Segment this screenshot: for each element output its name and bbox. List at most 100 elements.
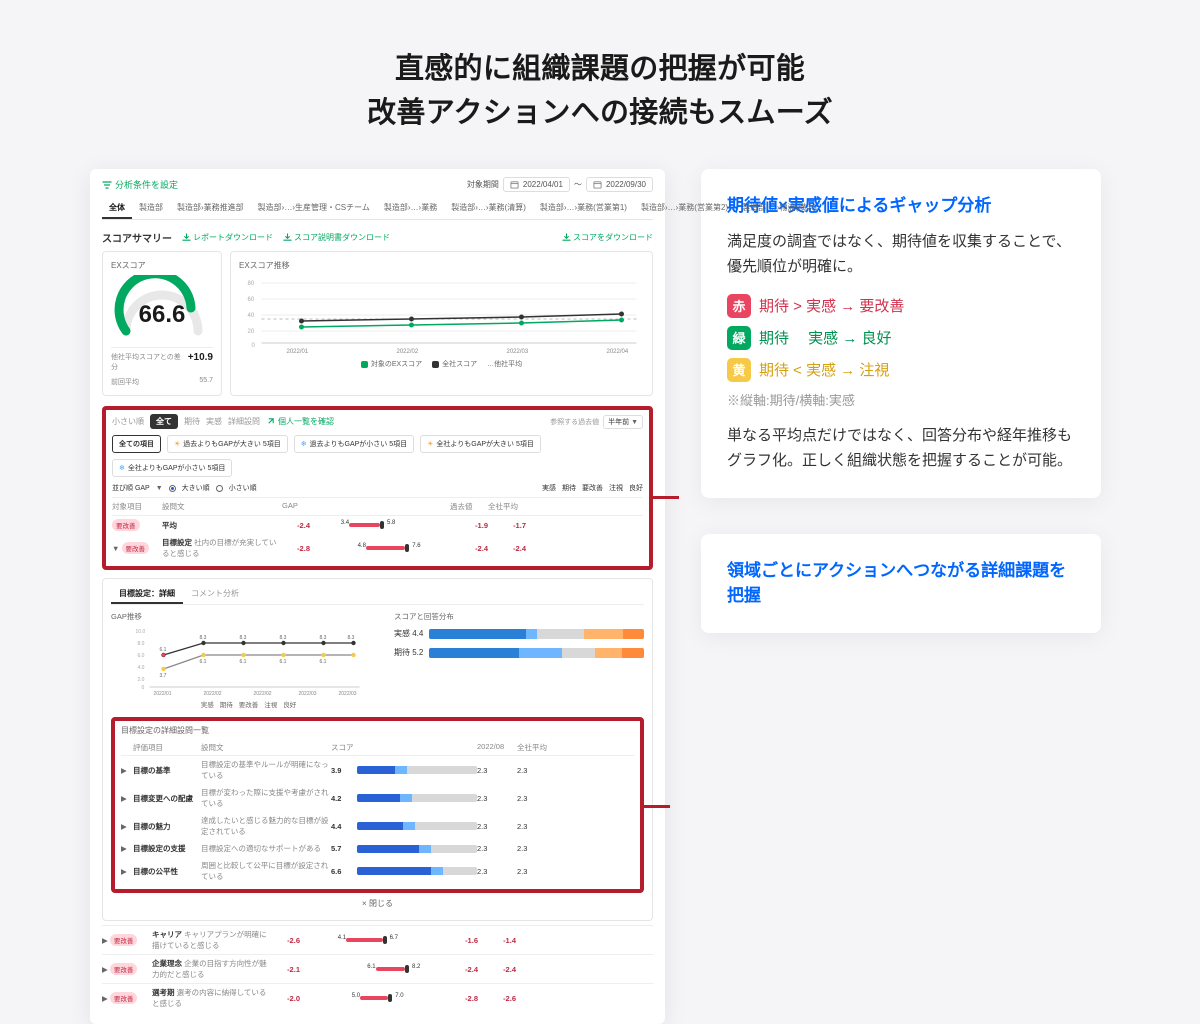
svg-text:80: 80 (248, 281, 255, 287)
dashboard-app: 分析条件を設定 対象期間 2022/04/01 〜 2022/09/30 (90, 169, 665, 1024)
svg-text:8.3: 8.3 (348, 635, 355, 641)
svg-text:10.0: 10.0 (136, 629, 146, 635)
svg-text:8.3: 8.3 (240, 635, 247, 641)
filter-settings-link[interactable]: 分析条件を設定 (102, 178, 178, 191)
svg-text:6.1: 6.1 (160, 647, 167, 653)
svg-text:8.3: 8.3 (320, 635, 327, 641)
info-card-action: 領域ごとにアクションへつながる詳細課題を把握 (701, 534, 1101, 633)
chevron-right-icon: ▶ (102, 994, 108, 1003)
calendar-icon (593, 180, 602, 189)
filter-exp[interactable]: 期待 (184, 416, 200, 427)
filter-real[interactable]: 実感 (206, 416, 222, 427)
svg-text:2022/02: 2022/02 (397, 349, 419, 355)
gap-row[interactable]: ▶ 要改善選考期 選考の内容に納得していると感じる-2.05.07.0-2.8-… (102, 983, 653, 1012)
svg-text:2022/01: 2022/01 (154, 691, 172, 697)
past-select[interactable]: 半年前 ▼ (603, 415, 643, 429)
info1-text2: 単なる平均点だけではなく、回答分布や経年推移もグラフ化。正しく組織状態を把握する… (727, 423, 1075, 474)
gap-row-goal[interactable]: ▼ 要改善 目標設定 社内の目標が充実していると感じる -2.8 4.87.6 … (112, 534, 643, 562)
chip-past-small[interactable]: ❄過去よりもGAPが小さい 5項目 (294, 435, 414, 453)
gauge-chart: 66.6 (112, 275, 212, 343)
gap-analysis-panel: 小さい順 全て 期待 実感 詳細設問 個人一覧を確認 参照する過去値 半年前 ▼ (102, 406, 653, 570)
individual-list-link[interactable]: 個人一覧を確認 (266, 416, 334, 427)
legend-yellow-badge: 黄 (727, 358, 751, 382)
download-icon (562, 233, 571, 242)
svg-text:2022/03: 2022/03 (339, 691, 357, 697)
gap-row[interactable]: ▶ 要改善キャリア キャリアプランが明確に描けていると感じる-2.64.16.7… (102, 925, 653, 954)
svg-text:2.0: 2.0 (138, 677, 145, 683)
download-report-link[interactable]: レポートダウンロード (182, 232, 273, 243)
filter-all[interactable]: 全て (150, 414, 178, 429)
filter-icon (102, 180, 112, 190)
svg-text:8.3: 8.3 (200, 635, 207, 641)
chip-all-small[interactable]: ❄全社よりもGAPが小さい 5項目 (112, 459, 232, 477)
radio-large[interactable] (169, 485, 176, 492)
date-from-input[interactable]: 2022/04/01 (503, 177, 570, 192)
chevron-right-icon: ▶ (121, 794, 133, 803)
tab[interactable]: 製造部›…›物流(横浜) (735, 198, 824, 219)
svg-text:2022/04: 2022/04 (607, 349, 629, 355)
tab[interactable]: 製造部›業務推進部 (170, 198, 251, 219)
download-desc-link[interactable]: スコア説明書ダウンロード (283, 232, 390, 243)
chevron-down-icon: ▼ (156, 485, 163, 492)
gap-table: 対象項目設問文GAP過去値全社平均 要改善 平均 -2.4 3.45.8 -1.… (112, 497, 643, 562)
tab[interactable]: 製造部›…›業務 (377, 198, 444, 219)
snow-icon: ❄ (301, 440, 307, 448)
svg-text:8.0: 8.0 (138, 641, 145, 647)
chevron-right-icon: ▶ (121, 822, 133, 831)
chip-all-items[interactable]: 全ての項目 (112, 435, 161, 453)
q-row[interactable]: ▶目標変更への配慮目標が変わった際に支援や考慮がされている4.22.32.3 (121, 784, 634, 812)
svg-text:0: 0 (142, 685, 145, 691)
gap-row[interactable]: ▶ 要改善企業理念 企業の目指す方向性が魅力的だと感じる-2.16.18.2-2… (102, 954, 653, 983)
chip-all-large[interactable]: ☀全社よりもGAPが大きい 5項目 (420, 435, 541, 453)
page-title-line1: 直感的に組織課題の把握が可能 (0, 48, 1200, 92)
page-title-line2: 改善アクションへの接続もスムーズ (0, 92, 1200, 136)
filter-detail[interactable]: 詳細設問 (228, 416, 260, 427)
trend-card: EXスコア推移 80 60 40 20 0 (230, 251, 653, 396)
svg-text:6.1: 6.1 (280, 659, 287, 665)
svg-text:6.1: 6.1 (240, 659, 247, 665)
q-row[interactable]: ▶目標設定の支援目標設定への適切なサポートがある5.72.32.3 (121, 840, 634, 857)
detail-question-panel: 目標設定の詳細設問一覧 評価項目設問文スコア2022/08全社平均 ▶目標の基準… (111, 717, 644, 893)
svg-text:2022/03: 2022/03 (507, 349, 529, 355)
tilde-icon: 〜 (574, 179, 582, 190)
q-row[interactable]: ▶目標の基準目標設定の基準やルールが明確になっている3.92.32.3 (121, 756, 634, 784)
detail-tab-detail[interactable]: 目標設定：詳細 (111, 585, 183, 604)
q-row[interactable]: ▶目標の魅力達成したいと感じる魅力的な目標が設定されている4.42.32.3 (121, 812, 634, 840)
svg-text:6.1: 6.1 (200, 659, 207, 665)
svg-text:3.7: 3.7 (160, 673, 167, 679)
chevron-right-icon: ▶ (102, 965, 108, 974)
tab-all[interactable]: 全体 (102, 198, 132, 219)
info1-note: ※縦軸:期待/横軸:実感 (727, 390, 1075, 409)
svg-text:40: 40 (248, 313, 255, 319)
svg-text:2022/02: 2022/02 (204, 691, 222, 697)
q-row[interactable]: ▶目標の公平性周囲と比較して公平に目標が設定されている6.62.32.3 (121, 857, 634, 885)
date-to-input[interactable]: 2022/09/30 (586, 177, 653, 192)
radio-small[interactable] (216, 485, 223, 492)
chip-past-large[interactable]: ☀過去よりもGAPが大きい 5項目 (167, 435, 288, 453)
tab[interactable]: 製造部›…›業務(営業第2) (634, 198, 735, 219)
info1-text1: 満足度の調査ではなく、期待値を収集することで、優先順位が明確に。 (727, 229, 1075, 280)
legend-red-badge: 赤 (727, 294, 751, 318)
date-range: 対象期間 2022/04/01 〜 2022/09/30 (467, 177, 653, 192)
download-score-link[interactable]: スコアをダウンロード (562, 232, 653, 243)
tab[interactable]: 製造部›…›生産管理・CSチーム (251, 198, 377, 219)
close-button[interactable]: × 閉じる (111, 893, 644, 914)
calendar-icon (510, 180, 519, 189)
external-icon (266, 417, 275, 426)
detail-tab-comment[interactable]: コメント分析 (183, 585, 247, 604)
ex-score-card: EXスコア 66.6 他社平均スコアとの差分 +10.9 前回平均 (102, 251, 222, 396)
tab[interactable]: 製造部 (132, 198, 170, 219)
summary-title: スコアサマリー (102, 230, 172, 245)
gap-row-avg: 要改善 平均 -2.4 3.45.8 -1.9 -1.7 (112, 516, 643, 534)
snow-icon: ❄ (119, 464, 125, 472)
tab[interactable]: 製造部›…›業務(営業第1) (533, 198, 634, 219)
svg-text:2022/03: 2022/03 (299, 691, 317, 697)
svg-text:2022/02: 2022/02 (254, 691, 272, 697)
org-tabs: 全体 製造部 製造部›業務推進部 製造部›…›生産管理・CSチーム 製造部›…›… (102, 198, 653, 220)
dist-exp: 期待 5.2 (394, 647, 644, 658)
svg-text:0: 0 (252, 343, 256, 349)
tab[interactable]: 製造部›…›業務(清算) (444, 198, 533, 219)
dist-real: 実感 4.4 (394, 628, 644, 639)
svg-text:2022/01: 2022/01 (287, 349, 309, 355)
chevron-right-icon: ▶ (121, 867, 133, 876)
